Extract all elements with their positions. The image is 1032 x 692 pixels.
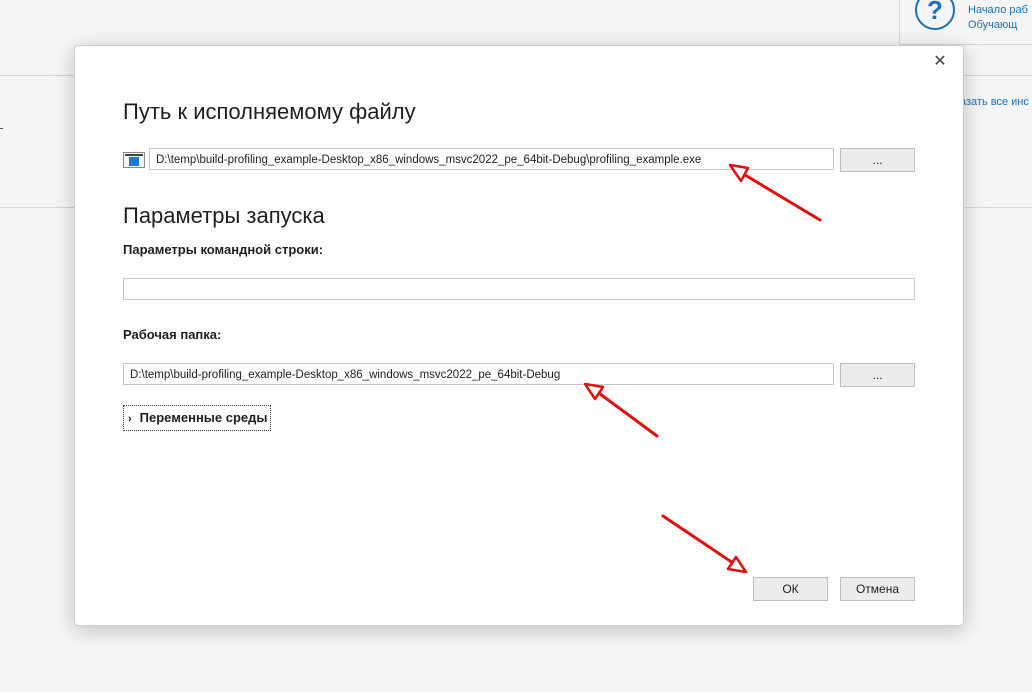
help-link-get-started[interactable]: Начало раб [968, 4, 1028, 16]
background-divider [0, 207, 80, 208]
cancel-button[interactable]: Отмена [840, 577, 915, 601]
env-vars-label: Переменные среды [139, 410, 268, 425]
exe-path-input[interactable]: D:\temp\build-profiling_example-Desktop_… [149, 148, 834, 170]
browse-exe-button[interactable]: ... [840, 148, 915, 172]
background-divider [960, 207, 1032, 208]
cmdline-input[interactable] [123, 278, 915, 300]
executable-file-icon [123, 152, 145, 168]
cmdline-label: Параметры командной строки: [123, 242, 324, 257]
show-all-link[interactable]: азать все инс [960, 96, 1029, 108]
workdir-label: Рабочая папка: [123, 327, 222, 342]
env-vars-expander[interactable]: › Переменные среды [123, 405, 271, 431]
exe-path-title: Путь к исполняемому файлу [123, 99, 416, 124]
close-icon[interactable]: ✕ [932, 54, 948, 70]
launch-params-title: Параметры запуска [123, 203, 325, 228]
chevron-right-icon: › [128, 413, 132, 425]
workdir-input[interactable]: D:\temp\build-profiling_example-Desktop_… [123, 363, 834, 385]
background-divider [0, 75, 80, 76]
launch-settings-dialog: ✕ Путь к исполняемому файлу D:\temp\buil… [74, 45, 964, 626]
browse-workdir-button[interactable]: ... [840, 363, 915, 387]
background-divider [960, 75, 1032, 76]
help-link-tutorials[interactable]: Обучающ [968, 19, 1017, 31]
background-mark [0, 128, 3, 129]
ok-button[interactable]: ОК [753, 577, 828, 601]
